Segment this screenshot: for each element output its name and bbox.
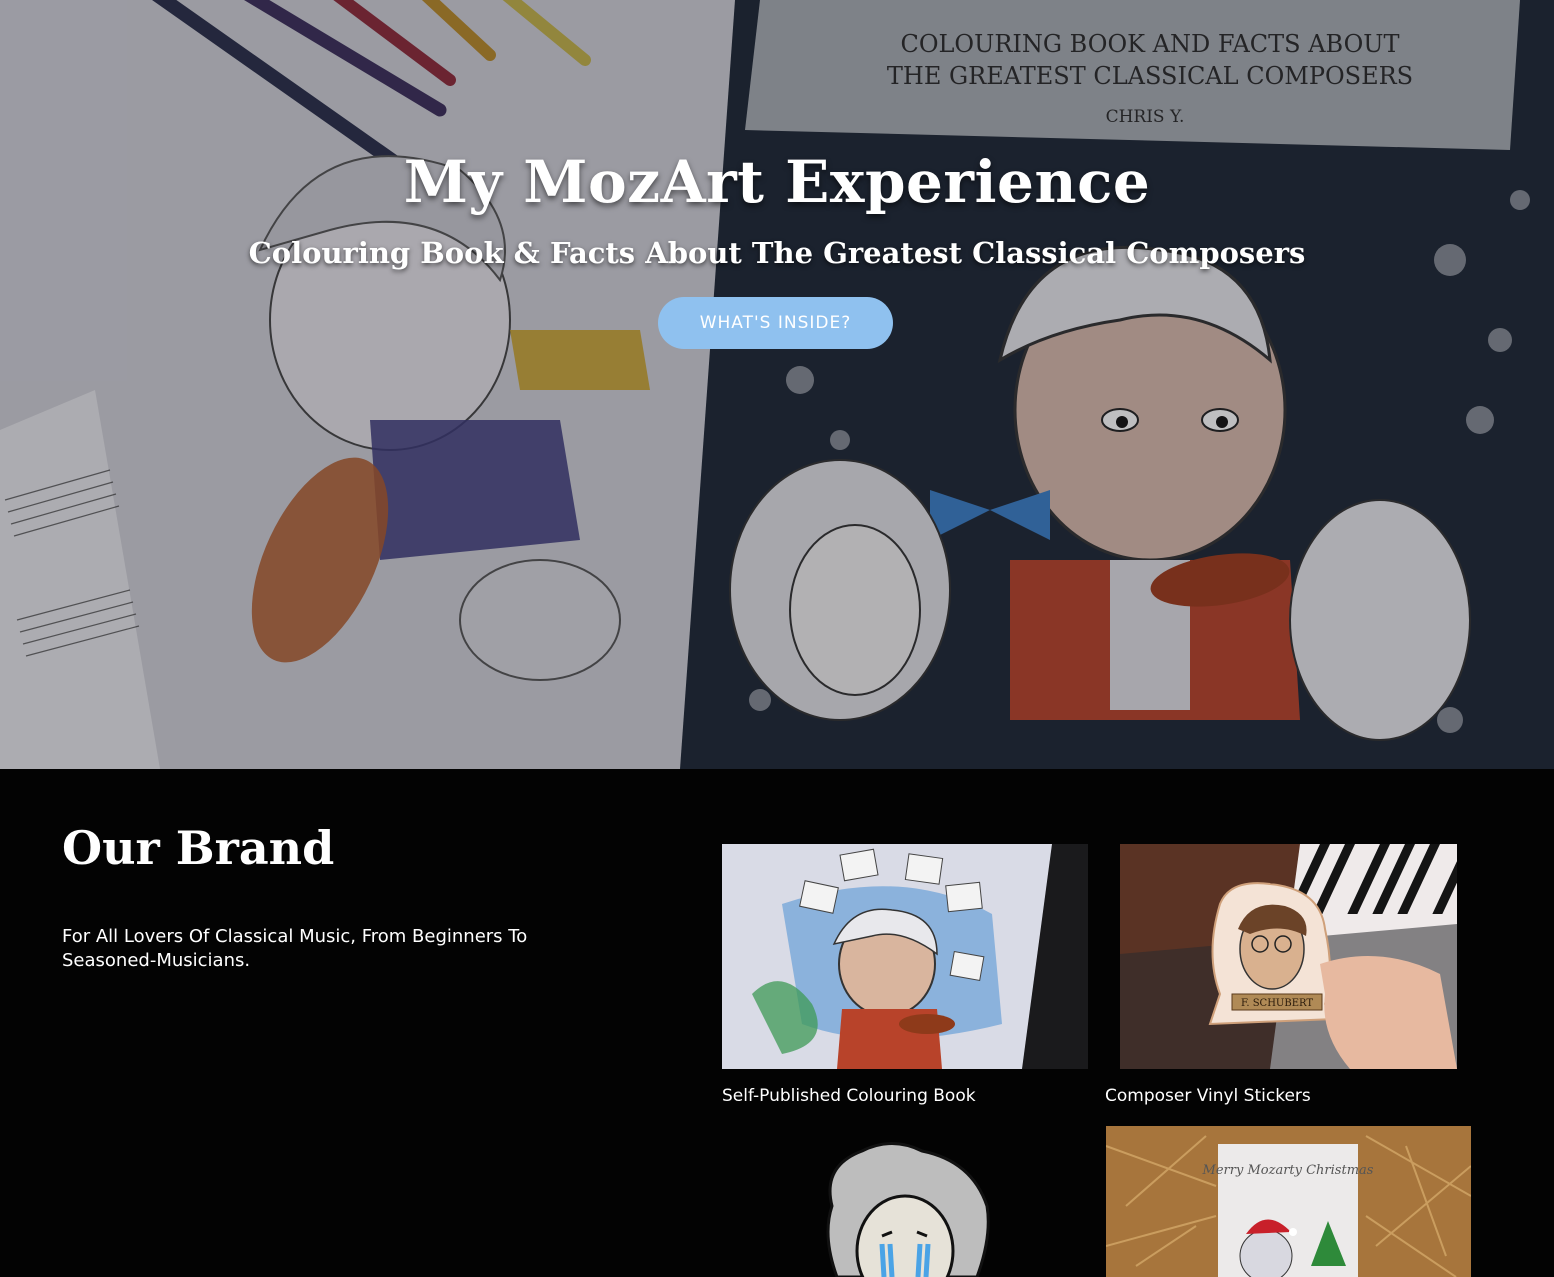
brand-title: Our Brand [62, 821, 335, 875]
vinyl-stickers-image[interactable]: F. SCHUBERT [1120, 844, 1457, 1069]
product-caption-vinyl-stickers: Composer Vinyl Stickers [1105, 1086, 1311, 1106]
hero-title: My MozArt Experience [403, 148, 1151, 216]
product-caption-colouring-book: Self-Published Colouring Book [722, 1086, 976, 1106]
whats-inside-button[interactable]: WHAT'S INSIDE? [658, 297, 893, 349]
christmas-card-image[interactable]: Merry Mozarty Christmas [1106, 1126, 1471, 1277]
colouring-book-image[interactable] [722, 844, 1088, 1069]
hero-overlay [0, 0, 1554, 769]
christmas-card-text: Merry Mozarty Christmas [1202, 1163, 1374, 1178]
crying-composer-image[interactable] [722, 1126, 1088, 1277]
sticker-label: F. SCHUBERT [1241, 998, 1313, 1009]
brand-description: For All Lovers Of Classical Music, From … [62, 926, 528, 971]
our-brand-section: Our Brand For All Lovers Of Classical Mu… [0, 769, 1554, 1277]
hero-subtitle: Colouring Book & Facts About The Greates… [248, 236, 1306, 270]
hero-section: COLOURING BOOK AND FACTS ABOUT THE GREAT… [0, 0, 1554, 769]
